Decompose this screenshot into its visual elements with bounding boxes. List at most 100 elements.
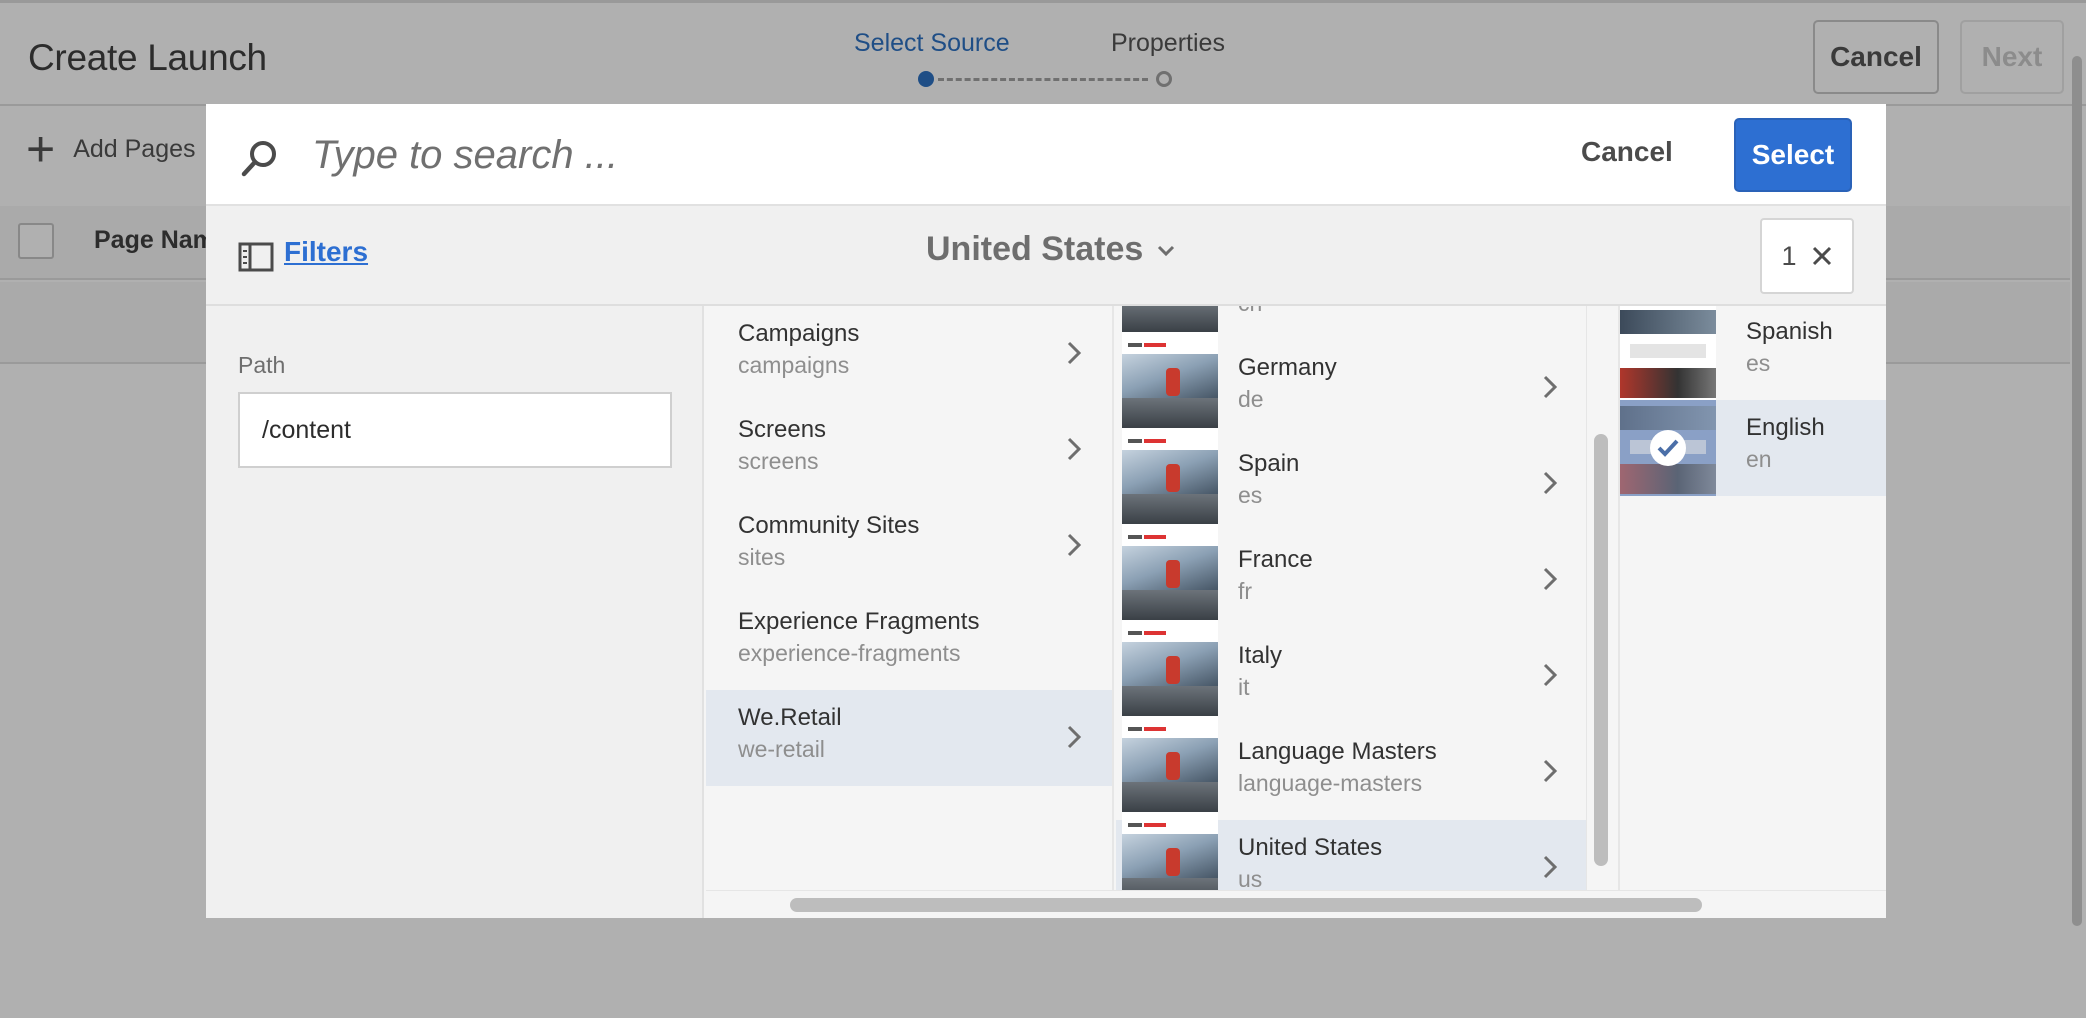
chevron-right-icon[interactable] — [1542, 854, 1558, 880]
item-name: es — [1238, 482, 1263, 508]
add-pages-label: Add Pages — [73, 134, 196, 163]
page-thumbnail — [1620, 400, 1716, 496]
column-item-germany[interactable]: Germany de — [1116, 340, 1586, 436]
item-title: English — [1746, 414, 1825, 441]
brand-mark — [1128, 823, 1166, 827]
column-item-community-sites[interactable]: Community Sites sites — [706, 498, 1112, 594]
filter-panel-icon[interactable] — [238, 242, 274, 272]
location-breadcrumb[interactable]: United States — [926, 230, 1177, 269]
item-name: campaigns — [738, 352, 850, 378]
column-scrollbar[interactable] — [1594, 434, 1608, 866]
item-name: sites — [738, 544, 786, 570]
column-item-spain[interactable]: Spain es — [1116, 436, 1586, 532]
filter-panel: Path — [206, 306, 704, 918]
item-title: Community Sites — [738, 512, 920, 539]
horizontal-scrollbar[interactable] — [790, 898, 1702, 912]
page-thumbnail — [1122, 820, 1218, 890]
item-title: Experience Fragments — [738, 608, 980, 635]
chevron-right-icon[interactable] — [1542, 566, 1558, 592]
item-name: it — [1238, 674, 1250, 700]
selection-count: 1 — [1781, 240, 1797, 271]
column-item-spanish[interactable]: Spanish es — [1620, 306, 1886, 400]
item-name: en — [1746, 446, 1772, 472]
page-thumbnail — [1122, 436, 1218, 532]
page-scrollbar[interactable] — [2072, 56, 2082, 926]
dialog-select-button[interactable]: Select — [1734, 118, 1852, 192]
item-title: Spanish — [1746, 318, 1833, 345]
plus-icon: + — [26, 121, 56, 177]
column-item-ch[interactable]: ch — [1116, 306, 1586, 340]
horizontal-scrollbar-track — [706, 890, 1886, 918]
column-item-experience-fragments[interactable]: Experience Fragments experience-fragment… — [706, 594, 1112, 690]
path-field[interactable] — [238, 392, 672, 468]
brand-mark — [1128, 727, 1166, 731]
checkmark-icon — [1657, 439, 1679, 457]
page-thumbnail — [1122, 340, 1218, 436]
item-title: Germany — [1238, 354, 1337, 381]
item-title: United States — [1238, 834, 1383, 861]
item-name: ch — [1238, 306, 1262, 317]
page-thumbnail — [1122, 532, 1218, 628]
page-title: Create Launch — [28, 37, 267, 78]
page-thumbnail — [1122, 628, 1218, 724]
item-name: es — [1746, 350, 1771, 376]
path-label: Path — [238, 352, 286, 378]
step-properties: Properties — [1111, 29, 1225, 57]
column-root: Campaigns campaigns Screens screens Comm… — [706, 306, 1114, 890]
close-icon[interactable] — [1811, 245, 1833, 267]
column-item-france[interactable]: France fr — [1116, 532, 1586, 628]
wizard-cancel-button[interactable]: Cancel — [1813, 20, 1939, 94]
column-item-united-states[interactable]: United States us — [1116, 820, 1586, 890]
dialog-cancel-button[interactable]: Cancel — [1581, 136, 1673, 168]
chevron-right-icon[interactable] — [1542, 662, 1558, 688]
item-title: Italy — [1238, 642, 1283, 669]
step-select-source: Select Source — [854, 29, 1010, 57]
filter-bar: Filters United States 1 — [206, 206, 1886, 306]
column-item-screens[interactable]: Screens screens — [706, 402, 1112, 498]
item-name: experience-fragments — [738, 640, 961, 666]
item-title: Language Masters — [1238, 738, 1437, 765]
chevron-right-icon[interactable] — [1542, 470, 1558, 496]
search-bar: Cancel Select — [206, 104, 1886, 206]
location-label: United States — [926, 230, 1144, 268]
page-thumbnail — [1620, 306, 1716, 400]
brand-mark — [1128, 631, 1166, 635]
item-title: Screens — [738, 416, 827, 443]
chevron-right-icon[interactable] — [1066, 340, 1082, 366]
filters-link[interactable]: Filters — [284, 236, 368, 268]
selection-count-badge[interactable]: 1 — [1760, 218, 1854, 294]
chevron-right-icon[interactable] — [1066, 532, 1082, 558]
select-source-dialog: Cancel Select Filters United States 1 Pa… — [206, 104, 1886, 918]
wizard-steps: Select Source Properties — [850, 29, 1230, 89]
chevron-right-icon[interactable] — [1542, 374, 1558, 400]
column-item-language-masters[interactable]: Language Masters language-masters — [1116, 724, 1586, 820]
item-name: us — [1238, 866, 1263, 890]
chevron-right-icon[interactable] — [1066, 724, 1082, 750]
add-pages-button[interactable]: + Add Pages — [26, 121, 196, 177]
select-all-checkbox[interactable] — [18, 223, 54, 259]
chevron-right-icon[interactable] — [1542, 758, 1558, 784]
item-title: Campaigns — [738, 320, 860, 347]
page-thumbnail — [1122, 306, 1218, 340]
search-input[interactable] — [312, 126, 1312, 184]
item-name: de — [1238, 386, 1264, 412]
item-title: We.Retail — [738, 704, 842, 731]
column-united-states: Spanish es English en — [1618, 306, 1886, 890]
item-title: France — [1238, 546, 1313, 573]
step-indicator-active — [918, 71, 934, 87]
column-we-retail: ch Germany de Spain es France fr — [1116, 306, 1586, 890]
column-item-english[interactable]: English en — [1620, 400, 1886, 496]
brand-mark — [1128, 439, 1166, 443]
step-connector — [938, 78, 1148, 81]
chevron-down-icon — [1158, 245, 1175, 256]
brand-mark — [1128, 343, 1166, 347]
wizard-header: Create Launch Select Source Properties C… — [0, 0, 2086, 106]
column-item-campaigns[interactable]: Campaigns campaigns — [706, 306, 1112, 402]
column-header-page-name: Page Nam — [94, 226, 215, 254]
item-name: we-retail — [738, 736, 825, 762]
item-name: fr — [1238, 578, 1253, 604]
chevron-right-icon[interactable] — [1066, 436, 1082, 462]
column-item-we-retail[interactable]: We.Retail we-retail — [706, 690, 1112, 786]
column-item-italy[interactable]: Italy it — [1116, 628, 1586, 724]
wizard-next-button[interactable]: Next — [1960, 20, 2064, 94]
